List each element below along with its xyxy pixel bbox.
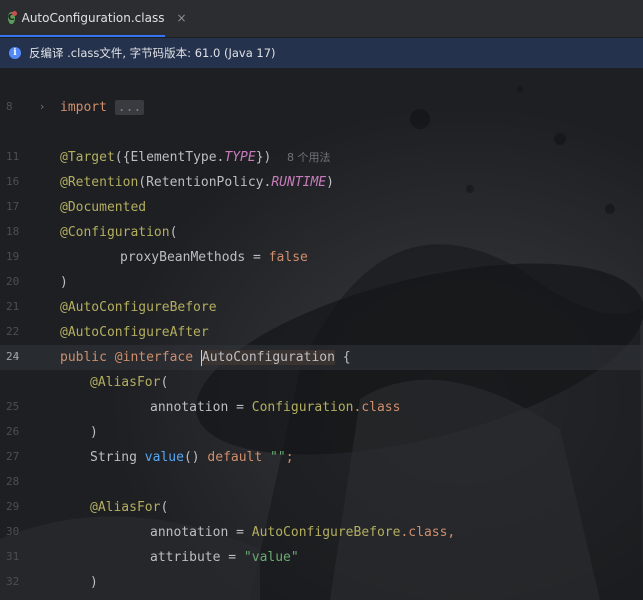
code-line-configuration: @Configuration( [60,225,178,240]
code-line-declaration: public @interface AutoConfiguration { [60,349,351,366]
tab-autoconfiguration-class[interactable]: C AutoConfiguration.class × [0,0,187,37]
code-content: import ... @Target({ElementType.TYPE}) 8… [0,69,643,600]
code-line-annotation-2: annotation = AutoConfigureBefore.class, [150,525,456,540]
decompiled-info-banner: i 反编译 .class文件, 字节码版本: 61.0 (Java 17) [0,38,643,69]
folded-imports[interactable]: ... [114,100,145,115]
code-line-aliasfor-1: @AliasFor( [90,375,169,390]
code-line-close-paren-2: ) [90,425,98,440]
code-line-close-paren-3: ) [90,575,98,590]
usages-hint[interactable]: 8 个用法 [287,151,331,164]
code-line-attribute: attribute = "value" [150,550,299,565]
code-line-import: import ... [60,95,145,120]
code-line-before: @AutoConfigureBefore [60,300,217,315]
java-class-icon: C [8,10,17,24]
code-line-after: @AutoConfigureAfter [60,325,209,340]
code-line-documented: @Documented [60,200,147,215]
code-line-annotation-1: annotation = Configuration.class [150,400,401,415]
close-tab-icon[interactable]: × [176,11,186,25]
editor-tab-bar: C AutoConfiguration.class × [0,0,643,38]
code-line-proxy: proxyBeanMethods = false [120,250,308,265]
class-name[interactable]: AutoConfiguration [201,350,335,365]
banner-text: 反编译 .class文件, 字节码版本: 61.0 (Java 17) [29,46,276,60]
code-line-aliasfor-2: @AliasFor( [90,500,169,515]
tab-label: AutoConfiguration.class [21,10,165,25]
code-editor[interactable]: 8 11 16 17 18 19 20 21 22 23 24 25 26 27… [0,69,643,600]
code-line-value: String value() default ""; [90,450,294,465]
code-line-target: @Target({ElementType.TYPE}) 8 个用法 [60,150,331,165]
code-line-close-paren: ) [60,275,68,290]
code-line-retention: @Retention(RetentionPolicy.RUNTIME) [60,175,334,190]
info-icon: i [9,47,21,59]
